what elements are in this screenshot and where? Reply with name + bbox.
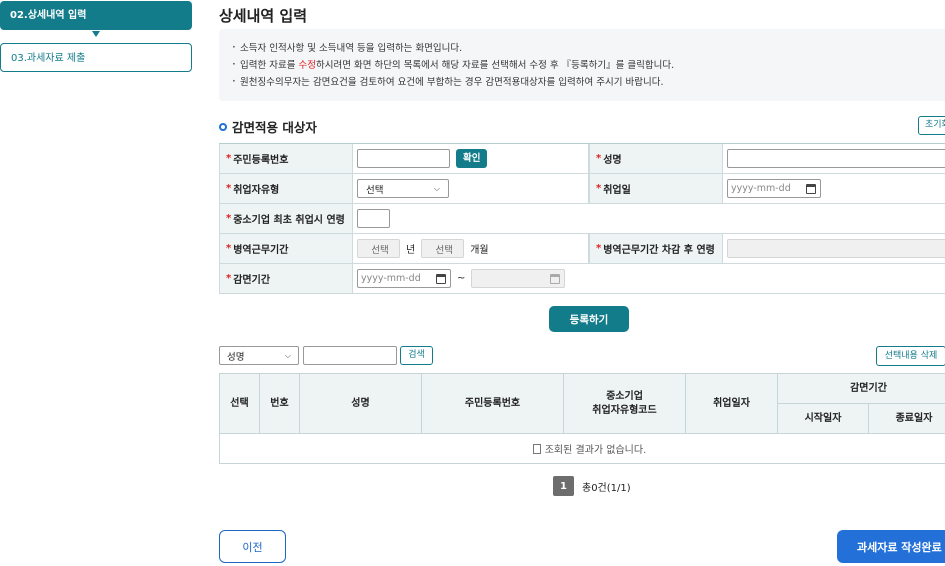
notice-line: 원천징수의무자는 감면요건을 검토하여 요건에 부합하는 경우 감면적용대상자를… [232, 73, 945, 91]
delete-selected-button[interactable]: 선택내용 삭제 [876, 346, 945, 366]
form-row: * 중소기업 최초 취업시 연령 [219, 204, 945, 234]
notice-line: 입력한 자료를 수정하시려면 화면 하단의 목록에서 해당 자료를 선택해서 수… [232, 56, 945, 74]
results-table: 선택 번호 성명 주민등록번호 중소기업 취업자유형코드 취업일자 감면기간 시작… [219, 373, 945, 464]
search-button[interactable]: 검색 [400, 346, 433, 365]
document-icon [532, 444, 541, 454]
military-age-label: * 병역근무기간 차감 후 연령 [589, 234, 723, 263]
chevron-down-icon: ⌵ [284, 350, 291, 360]
complete-button[interactable]: 과세자료 작성완료 [837, 530, 945, 563]
military-age-input [727, 239, 945, 258]
military-label: * 병역근무기간 [219, 234, 353, 263]
calendar-icon[interactable] [806, 183, 816, 194]
col-period: 감면기간 [777, 373, 945, 404]
calendar-icon[interactable] [436, 273, 446, 284]
emp-type-select[interactable]: 선택 ⌵ [357, 179, 449, 198]
military-year-select[interactable]: 선택 [357, 239, 400, 258]
page-summary: 총0건(1/1) [582, 482, 631, 494]
name-input[interactable] [727, 149, 945, 168]
col-sme-type: 중소기업 취업자유형코드 [563, 373, 686, 434]
notice-line: 소득자 인적사항 및 소득내역 등을 입력하는 화면입니다. [232, 39, 945, 57]
rrn-label: * 주민등록번호 [219, 144, 353, 173]
reset-button[interactable]: 초기화 [918, 116, 945, 135]
period-tilde: ~ [457, 273, 466, 284]
pagination: 1 총0건(1/1) [553, 476, 631, 496]
form-row: * 감면기간 yyyy-mm-dd ~ [219, 264, 945, 294]
search-input[interactable] [303, 346, 397, 365]
notice-box: 소득자 인적사항 및 소득내역 등을 입력하는 화면입니다. 입력한 자료를 수… [219, 29, 945, 101]
emp-date-input[interactable]: yyyy-mm-dd [727, 179, 821, 198]
col-end: 종료일자 [868, 403, 945, 434]
month-unit: 개월 [470, 245, 489, 256]
form-row: * 주민등록번호 확인 * 성명 [219, 144, 945, 174]
col-emp-date: 취업일자 [685, 373, 778, 434]
empty-row: 조회된 결과가 없습니다. [219, 433, 945, 464]
period-start-input[interactable]: yyyy-mm-dd [357, 269, 451, 288]
col-rrn: 주민등록번호 [421, 373, 564, 434]
military-month-select[interactable]: 선택 [421, 239, 465, 258]
page-title: 상세내역 입력 [219, 7, 308, 25]
col-no: 번호 [259, 373, 300, 434]
emp-type-label: * 취업자유형 [219, 174, 353, 203]
prev-button[interactable]: 이전 [219, 530, 286, 563]
notice-highlight: 수정 [298, 60, 316, 71]
col-name: 성명 [299, 373, 422, 434]
bullet-circle-icon [219, 122, 227, 131]
col-select: 선택 [219, 373, 260, 434]
period-end-input [471, 269, 566, 288]
col-start: 시작일자 [777, 403, 869, 434]
section-title: 감면적용 대상자 [219, 117, 317, 136]
first-age-input[interactable] [357, 209, 390, 228]
search-field-select[interactable]: 성명 ⌵ [219, 346, 299, 365]
step-current[interactable]: 02.상세내역 입력 [0, 1, 192, 30]
first-age-label: * 중소기업 최초 취업시 연령 [219, 204, 353, 233]
page-number[interactable]: 1 [553, 476, 574, 496]
recipient-form: * 주민등록번호 확인 * 성명 * 취업자유형 선택 ⌵ * 취업일 yyyy-mm-d… [219, 143, 945, 294]
form-row: * 취업자유형 선택 ⌵ * 취업일 yyyy-mm-dd [219, 174, 945, 204]
form-row: * 병역근무기간 선택 년 선택 개월 * 병역근무기간 차감 후 연령 [219, 234, 945, 264]
name-label: * 성명 [589, 144, 723, 173]
year-unit: 년 [406, 245, 416, 256]
emp-date-label: * 취업일 [589, 174, 723, 203]
period-label: * 감면기간 [219, 264, 353, 293]
register-button[interactable]: 등록하기 [549, 306, 629, 332]
rrn-input[interactable] [357, 149, 450, 168]
chevron-down-icon: ⌵ [433, 183, 440, 193]
calendar-icon [550, 273, 561, 284]
confirm-button[interactable]: 확인 [456, 149, 488, 168]
step-arrow-icon [92, 31, 100, 37]
step-next[interactable]: 03.과세자료 제출 [0, 43, 192, 72]
